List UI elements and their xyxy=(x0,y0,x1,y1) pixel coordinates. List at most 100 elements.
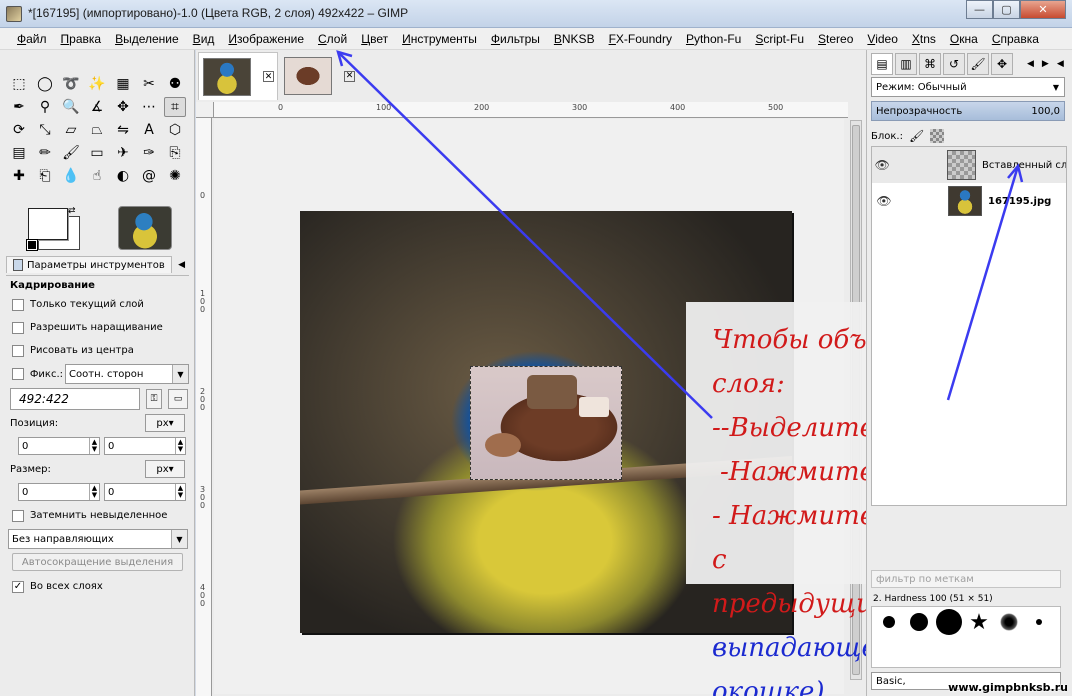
fg-bg-colors[interactable]: ⇄ xyxy=(24,206,84,252)
menu-item-12[interactable]: Script-Fu xyxy=(748,32,811,46)
spiral-icon[interactable]: @ xyxy=(138,166,160,186)
brush-item[interactable] xyxy=(936,609,962,635)
ellipse-select-icon[interactable]: ◯ xyxy=(34,74,56,94)
tag-filter-input[interactable]: фильтр по меткам xyxy=(871,570,1061,588)
move-icon[interactable]: ✥ xyxy=(112,97,134,117)
paths-icon[interactable]: ✒ xyxy=(8,97,30,117)
all-layers-checkbox[interactable]: ✓ xyxy=(12,580,24,593)
menu-item-17[interactable]: Справка xyxy=(985,32,1046,46)
tab-menu-icon[interactable]: ◀ xyxy=(178,260,189,270)
minimize-button[interactable]: — xyxy=(966,0,993,19)
menu-item-7[interactable]: Инструменты xyxy=(395,32,484,46)
menu-item-0[interactable]: Файл xyxy=(10,32,54,46)
layers-tab-icon[interactable]: ▤ xyxy=(871,53,893,75)
only-current-layer-row[interactable]: Только текущий слой xyxy=(6,293,189,316)
layer-row-pasted[interactable]: 👁 Вставленный слой xyxy=(872,147,1066,183)
default-colors-icon[interactable] xyxy=(26,239,38,251)
layer-mode-select[interactable]: Режим: Обычный ▼ xyxy=(871,77,1065,97)
horizontal-ruler[interactable]: 0 100 200 300 400 500 xyxy=(214,102,848,118)
brush-item[interactable] xyxy=(883,616,895,628)
menu-item-2[interactable]: Выделение xyxy=(108,32,186,46)
spin-arrows-icon[interactable]: ▲ ▼ xyxy=(175,438,185,454)
landscape-icon[interactable]: ▭ xyxy=(168,389,188,409)
clone-icon[interactable]: ⎘ xyxy=(164,143,186,163)
blur-icon[interactable]: 💧 xyxy=(60,166,82,186)
menu-item-9[interactable]: BNKSB xyxy=(547,32,602,46)
spin-arrows-icon[interactable]: ▲ ▼ xyxy=(89,484,99,500)
eye-icon[interactable]: 👁 xyxy=(872,158,893,172)
paths-tab-icon[interactable]: ⌘ xyxy=(919,53,941,75)
rect-select-icon[interactable]: ⬚ xyxy=(8,74,30,94)
size-h-input[interactable]: 0 ▲ ▼ xyxy=(104,483,186,501)
foreground-select-icon[interactable]: ⚉ xyxy=(164,74,186,94)
free-select-icon[interactable]: ➰ xyxy=(60,74,82,94)
close-icon[interactable]: ✕ xyxy=(344,70,355,82)
highlight-row[interactable]: Затемнить невыделенное xyxy=(6,504,189,527)
spin-arrows-icon[interactable]: ▲ ▼ xyxy=(89,438,99,454)
expand-center-checkbox[interactable] xyxy=(12,344,24,357)
heal-icon[interactable]: ✚ xyxy=(8,166,30,186)
aspect-ratio-input[interactable]: 492:422 xyxy=(10,388,140,410)
perspective-icon[interactable]: ⏢ xyxy=(86,120,108,140)
position-x-input[interactable]: 0 ▲ ▼ xyxy=(18,437,100,455)
menu-item-13[interactable]: Stereo xyxy=(811,32,860,46)
scissors-icon[interactable]: ✂ xyxy=(138,74,160,94)
scale-icon[interactable]: ⤡ xyxy=(34,120,56,140)
ink-icon[interactable]: ✑ xyxy=(138,143,160,163)
menu-item-15[interactable]: Xtns xyxy=(905,32,943,46)
menu-item-8[interactable]: Фильтры xyxy=(484,32,547,46)
guides-select[interactable]: Без направляющих ▼ xyxy=(8,529,188,549)
ruler-corner[interactable] xyxy=(196,102,214,118)
menu-item-16[interactable]: Окна xyxy=(943,32,985,46)
tab-tool-options[interactable]: Параметры инструментов xyxy=(6,256,172,273)
menu-item-5[interactable]: Слой xyxy=(311,32,354,46)
vertical-ruler[interactable]: 0 100 200 300 400 xyxy=(196,118,212,696)
spin-arrows-icon[interactable]: ▲ ▼ xyxy=(175,484,185,500)
dodge-burn-icon[interactable]: ◐ xyxy=(112,166,134,186)
all-layers-row[interactable]: ✓ Во всех слоях xyxy=(6,575,189,598)
star-brush-icon[interactable]: ★ xyxy=(969,610,989,635)
navigate-tab-icon[interactable]: ✥ xyxy=(991,53,1013,75)
brush-item[interactable] xyxy=(1000,613,1018,631)
lock-chain-icon[interactable]: ⚿ xyxy=(146,389,162,409)
pasted-layer[interactable] xyxy=(470,366,622,480)
perspective-clone-icon[interactable]: ⎗ xyxy=(34,166,56,186)
brush-item[interactable] xyxy=(1036,619,1042,625)
menu-item-4[interactable]: Изображение xyxy=(221,32,311,46)
close-icon[interactable]: ✕ xyxy=(263,71,274,82)
brush-tab-icon[interactable]: 🖌 xyxy=(967,53,989,75)
channels-tab-icon[interactable]: ▥ xyxy=(895,53,917,75)
warp-icon[interactable]: ✺ xyxy=(164,166,186,186)
undo-tab-icon[interactable]: ↺ xyxy=(943,53,965,75)
menu-item-14[interactable]: Video xyxy=(860,32,904,46)
size-unit-select[interactable]: px ▾ xyxy=(145,460,185,478)
cage-icon[interactable]: ⬡ xyxy=(164,120,186,140)
lock-paint-icon[interactable]: 🖌 xyxy=(909,129,924,143)
smudge-icon[interactable]: ☝ xyxy=(86,166,108,186)
menu-item-6[interactable]: Цвет xyxy=(354,32,395,46)
layer-row-base[interactable]: 👁 167195.jpg xyxy=(872,183,1066,219)
flip-icon[interactable]: ⇋ xyxy=(112,120,134,140)
highlight-checkbox[interactable] xyxy=(12,509,24,522)
swap-colors-icon[interactable]: ⇄ xyxy=(68,206,76,216)
expand-center-row[interactable]: Рисовать из центра xyxy=(6,339,189,362)
menu-item-1[interactable]: Правка xyxy=(54,32,109,46)
lock-alpha-icon[interactable] xyxy=(930,129,945,143)
image-tab-bread[interactable]: ✕ xyxy=(280,52,360,100)
blend-icon[interactable]: ▤ xyxy=(8,143,30,163)
shear-icon[interactable]: ▱ xyxy=(60,120,82,140)
paintbrush-icon[interactable]: 🖌 xyxy=(60,143,82,163)
fixed-checkbox[interactable] xyxy=(12,368,24,380)
menu-item-11[interactable]: Python-Fu xyxy=(679,32,748,46)
rotate-icon[interactable]: ⟳ xyxy=(8,120,30,140)
brush-item[interactable] xyxy=(910,613,928,631)
fixed-mode-select[interactable]: Соотн. сторон ▼ xyxy=(65,364,189,384)
color-picker-icon[interactable]: ⚲ xyxy=(34,97,56,117)
image-tab-167195[interactable]: ✕ xyxy=(198,52,278,100)
color-select-icon[interactable]: ▦ xyxy=(112,74,134,94)
text-icon[interactable]: A xyxy=(138,120,160,140)
crop-icon[interactable]: ⌗ xyxy=(164,97,186,117)
maximize-button[interactable]: ▢ xyxy=(993,0,1020,19)
menu-item-3[interactable]: Вид xyxy=(186,32,222,46)
fuzzy-select-icon[interactable]: ✨ xyxy=(86,74,108,94)
